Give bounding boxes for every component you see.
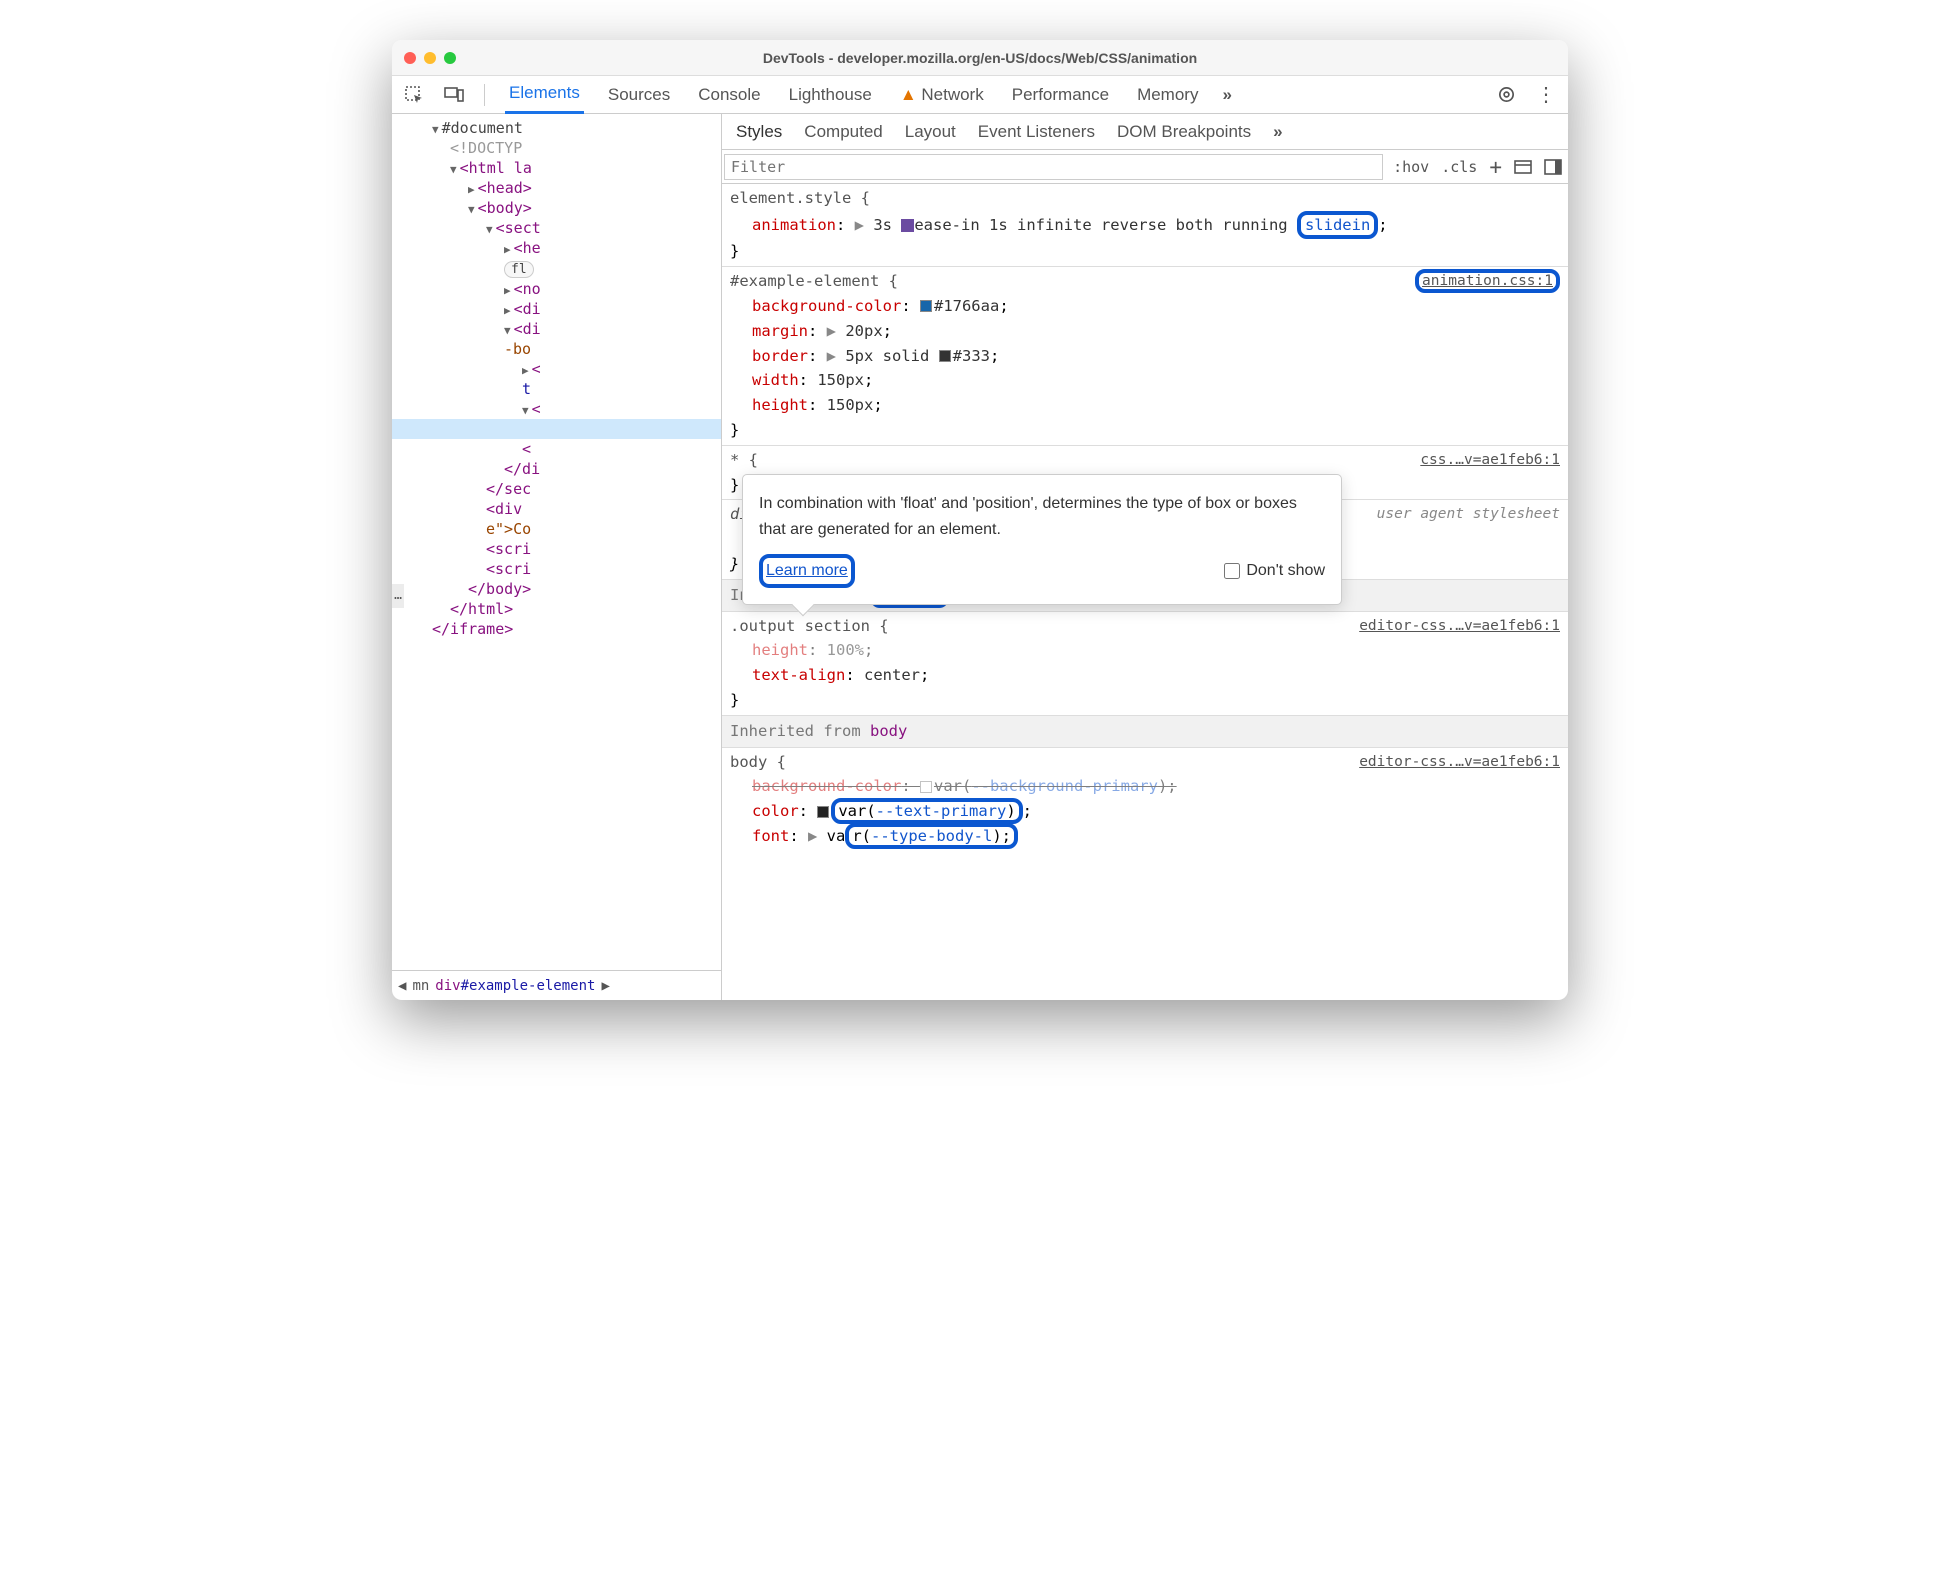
elements-panel: ▼#document <!DOCTYP ▼<html la ▶<head> ▼<…: [392, 114, 722, 1000]
cls-toggle[interactable]: .cls: [1435, 158, 1483, 176]
panel-toggle-icon[interactable]: [1538, 158, 1568, 176]
tab-network[interactable]: ▲ Network: [896, 77, 988, 113]
overflow-icon[interactable]: »: [1273, 122, 1282, 142]
devtools-window: DevTools - developer.mozilla.org/en-US/d…: [392, 40, 1568, 1000]
rule-element-style[interactable]: element.style { animation: ▶ 3s ease-in …: [722, 184, 1568, 267]
inherited-body-header: Inherited from body: [722, 716, 1568, 748]
source-link[interactable]: animation.css:1: [1415, 269, 1560, 293]
ua-label: user agent stylesheet: [1377, 503, 1560, 526]
selected-node[interactable]: [392, 419, 721, 439]
computed-sidebar-icon[interactable]: [1508, 158, 1538, 176]
tab-performance[interactable]: Performance: [1008, 77, 1113, 113]
color-swatch-icon[interactable]: [939, 350, 951, 362]
breadcrumb[interactable]: ◀ mn div#example-element ▶: [392, 970, 721, 1000]
overflow-icon[interactable]: »: [1222, 85, 1231, 105]
animation-name-link[interactable]: slidein: [1305, 216, 1370, 234]
tab-lighthouse[interactable]: Lighthouse: [785, 77, 876, 113]
main-tabs: Elements Sources Console Lighthouse ▲ Ne…: [392, 76, 1568, 114]
filter-input[interactable]: [724, 154, 1383, 180]
divider: [484, 84, 485, 106]
dom-tree[interactable]: ▼#document <!DOCTYP ▼<html la ▶<head> ▼<…: [392, 114, 721, 970]
rule-example-element[interactable]: animation.css:1 #example-element { backg…: [722, 267, 1568, 446]
rule-body[interactable]: editor-css.…v=ae1feb6:1 body { backgroun…: [722, 748, 1568, 851]
chevron-left-icon[interactable]: ◀: [398, 978, 406, 994]
tab-memory[interactable]: Memory: [1133, 77, 1202, 113]
learn-more-link[interactable]: Learn more: [766, 562, 848, 579]
subtab-styles[interactable]: Styles: [736, 122, 782, 142]
dont-show-checkbox[interactable]: Don't show: [1224, 558, 1325, 584]
tab-elements[interactable]: Elements: [505, 75, 584, 114]
gutter-ellipsis[interactable]: …: [392, 584, 404, 608]
property-tooltip: In combination with 'float' and 'positio…: [742, 474, 1342, 605]
source-link[interactable]: editor-css.…v=ae1feb6:1: [1359, 751, 1560, 774]
rule-output-section[interactable]: editor-css.…v=ae1feb6:1 .output section …: [722, 612, 1568, 716]
color-swatch-icon: [920, 781, 932, 793]
source-link[interactable]: css.…v=ae1feb6:1: [1420, 449, 1560, 472]
subtab-layout[interactable]: Layout: [905, 122, 956, 142]
color-swatch-icon[interactable]: [817, 806, 829, 818]
easing-swatch-icon[interactable]: [901, 219, 914, 232]
subtab-dom-breakpoints[interactable]: DOM Breakpoints: [1117, 122, 1251, 142]
styles-content: element.style { animation: ▶ 3s ease-in …: [722, 184, 1568, 1000]
styles-panel: Styles Computed Layout Event Listeners D…: [722, 114, 1568, 1000]
subtab-computed[interactable]: Computed: [804, 122, 882, 142]
more-icon[interactable]: ⋮: [1536, 82, 1556, 107]
subtab-event-listeners[interactable]: Event Listeners: [978, 122, 1095, 142]
new-rule-icon[interactable]: +: [1483, 155, 1508, 179]
filter-row: :hov .cls +: [722, 150, 1568, 184]
titlebar: DevTools - developer.mozilla.org/en-US/d…: [392, 40, 1568, 76]
device-icon[interactable]: [444, 85, 464, 105]
window-title: DevTools - developer.mozilla.org/en-US/d…: [392, 50, 1568, 66]
styles-subtabs: Styles Computed Layout Event Listeners D…: [722, 114, 1568, 150]
settings-icon[interactable]: [1497, 85, 1516, 104]
chevron-right-icon[interactable]: ▶: [601, 978, 609, 994]
tooltip-text: In combination with 'float' and 'positio…: [759, 491, 1325, 542]
source-link[interactable]: editor-css.…v=ae1feb6:1: [1359, 615, 1560, 638]
hov-toggle[interactable]: :hov: [1387, 158, 1435, 176]
color-swatch-icon[interactable]: [920, 300, 932, 312]
warning-icon: ▲: [900, 85, 922, 104]
tab-sources[interactable]: Sources: [604, 77, 674, 113]
inspect-icon[interactable]: [404, 85, 424, 105]
tab-console[interactable]: Console: [694, 77, 764, 113]
